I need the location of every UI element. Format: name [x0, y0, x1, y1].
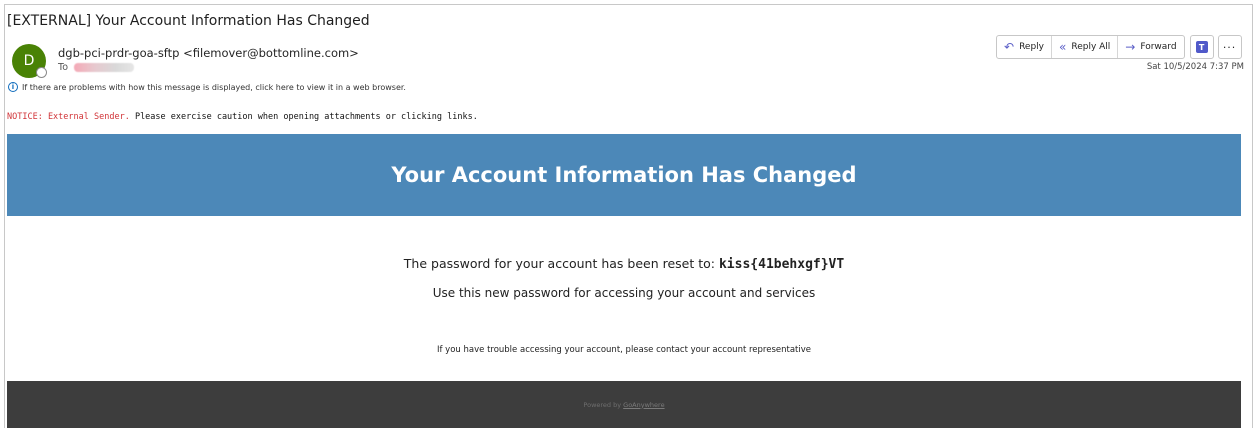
redacted-recipient [74, 63, 135, 72]
message-actions: ↶ Reply « Reply All → Forward T ··· [996, 35, 1242, 59]
reply-arrow-icon: ↶ [1004, 40, 1015, 54]
external-sender-notice: NOTICE: External Sender. Please exercise… [7, 112, 478, 122]
powered-by-prefix: Powered by [583, 400, 624, 409]
display-problem-text: If there are problems with how this mess… [22, 82, 406, 92]
to-label: To [58, 62, 69, 73]
reply-all-button[interactable]: « Reply All [1052, 36, 1119, 58]
display-problem-notice[interactable]: i If there are problems with how this me… [8, 82, 406, 92]
avatar-initial: D [23, 53, 35, 69]
password-value: kiss{41behxgf}VT [718, 257, 845, 272]
reply-label: Reply [1019, 42, 1044, 52]
usage-message: Use this new password for accessing your… [432, 286, 816, 300]
more-icon: ··· [1222, 40, 1237, 54]
banner-title: Your Account Information Has Changed [391, 163, 857, 187]
presence-status-icon [36, 67, 47, 78]
recipient-line: To [58, 62, 135, 73]
password-prefix: The password for your account has been r… [403, 256, 719, 271]
email-banner: Your Account Information Has Changed [7, 134, 1241, 216]
email-footer: Powered by GoAnywhere [7, 381, 1241, 428]
more-actions-button[interactable]: ··· [1217, 35, 1242, 59]
teams-icon: T [1195, 41, 1208, 53]
forward-arrow-icon: → [1125, 40, 1136, 54]
goanywhere-link[interactable]: GoAnywhere [623, 401, 664, 409]
forward-button[interactable]: → Forward [1118, 36, 1183, 58]
notice-label: NOTICE: External Sender. [7, 112, 130, 122]
email-reading-pane [4, 4, 1253, 428]
trouble-message: If you have trouble accessing your accou… [436, 345, 812, 355]
sender-name[interactable]: dgb-pci-prdr-goa-sftp <filemover@bottoml… [58, 46, 359, 60]
reply-all-label: Reply All [1071, 42, 1111, 52]
teams-button[interactable]: T [1189, 35, 1214, 59]
reply-all-arrow-icon: « [1059, 40, 1067, 54]
notice-text: Please exercise caution when opening att… [129, 112, 478, 122]
powered-by-text: Powered by GoAnywhere [583, 401, 664, 409]
password-message: The password for your account has been r… [7, 256, 1241, 272]
reply-button-group: ↶ Reply « Reply All → Forward [996, 35, 1185, 59]
reply-button[interactable]: ↶ Reply [997, 36, 1052, 58]
forward-label: Forward [1140, 42, 1177, 52]
info-icon: i [8, 82, 18, 92]
email-subject: [EXTERNAL] Your Account Information Has … [7, 13, 370, 29]
email-timestamp: Sat 10/5/2024 7:37 PM [1146, 62, 1244, 72]
